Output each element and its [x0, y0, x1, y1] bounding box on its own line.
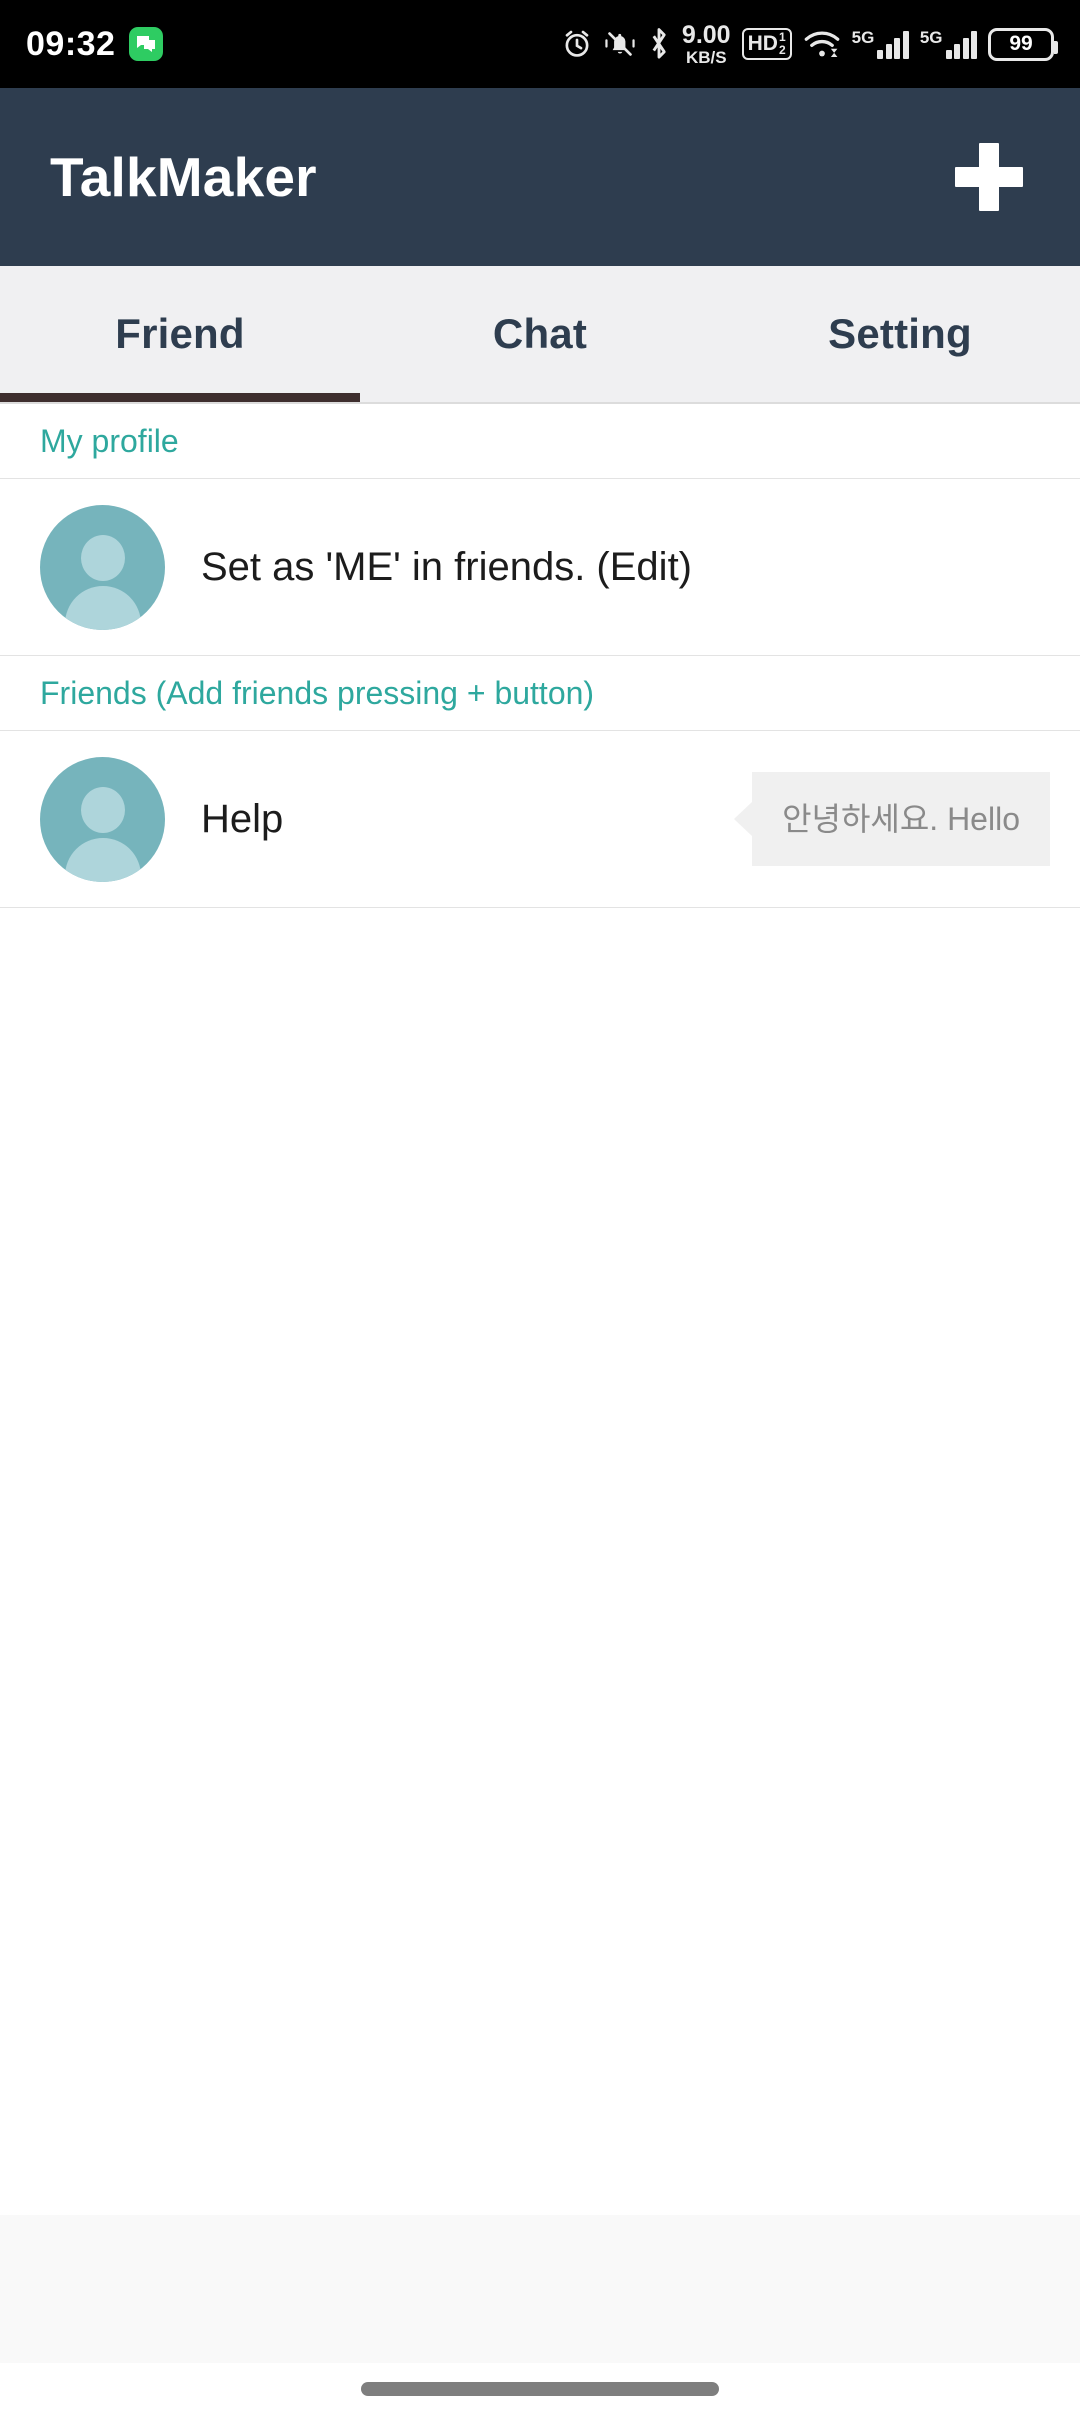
list-item-label: Set as 'ME' in friends. (Edit)	[201, 544, 692, 589]
avatar	[40, 504, 165, 630]
battery-level: 99	[1009, 32, 1033, 55]
list-item-my-profile[interactable]: Set as 'ME' in friends. (Edit)	[0, 479, 1080, 656]
section-header-my-profile-label: My profile	[40, 422, 179, 459]
bottom-banner-area	[0, 2215, 1080, 2363]
network-speed-value: 9.00	[681, 20, 731, 49]
sim1-signal-bars	[877, 31, 909, 59]
tab-setting[interactable]: Setting	[720, 266, 1080, 402]
section-header-friends-label: Friends (Add friends pressing + button)	[40, 674, 595, 711]
navigation-bar	[0, 2363, 1080, 2412]
hd-voice-icon: HD 1 2	[741, 28, 792, 60]
tab-friend[interactable]: Friend	[0, 266, 360, 402]
section-header-my-profile: My profile	[0, 404, 1080, 479]
network-speed-unit: KB/S	[685, 47, 727, 67]
tab-bar: Friend Chat Setting	[0, 266, 1080, 404]
avatar	[40, 756, 165, 882]
status-bar: 09:32 9.00 KB/S HD 1 2 5G 5G 99	[0, 0, 1080, 88]
sim2-signal-indicator: 5G	[920, 29, 977, 59]
tab-chat-label: Chat	[492, 310, 588, 357]
page-title: TalkMaker	[50, 146, 317, 208]
sim2-network-label: 5G	[919, 28, 943, 47]
sim1-signal-indicator: 5G	[852, 29, 909, 59]
home-indicator[interactable]	[361, 2382, 719, 2396]
hd-fraction: 1 2	[779, 31, 786, 56]
friend-list: My profile Set as 'ME' in friends. (Edit…	[0, 404, 1080, 2412]
status-bar-left: 09:32	[26, 24, 164, 64]
status-time: 09:32	[26, 24, 116, 63]
bell-mute-icon	[604, 29, 636, 59]
hd-denominator: 2	[778, 43, 786, 57]
tab-friend-label: Friend	[115, 310, 245, 357]
status-bar-right: 9.00 KB/S HD 1 2 5G 5G 99	[561, 20, 1058, 67]
message-icon	[129, 27, 164, 61]
battery-indicator: 99	[988, 27, 1058, 61]
sim2-signal-bars	[945, 31, 977, 59]
app-screen: 09:32 9.00 KB/S HD 1 2 5G 5G 99 TalkMake…	[0, 0, 1080, 2412]
hd-label: HD	[747, 32, 778, 55]
bluetooth-icon	[647, 27, 671, 61]
wifi-icon	[803, 29, 841, 59]
section-header-friends: Friends (Add friends pressing + button)	[0, 656, 1080, 731]
network-speed-indicator: 9.00 KB/S	[681, 20, 731, 67]
alarm-clock-icon	[561, 28, 593, 60]
plus-icon[interactable]	[946, 134, 1032, 220]
list-item-help[interactable]: Help 안녕하세요. Hello	[0, 731, 1080, 908]
list-item-label: Help	[201, 796, 284, 841]
tab-chat[interactable]: Chat	[360, 266, 720, 402]
tab-setting-label: Setting	[828, 310, 972, 357]
app-bar: TalkMaker	[0, 88, 1080, 266]
status-message-bubble: 안녕하세요. Hello	[752, 771, 1050, 867]
sim1-network-label: 5G	[851, 28, 875, 47]
